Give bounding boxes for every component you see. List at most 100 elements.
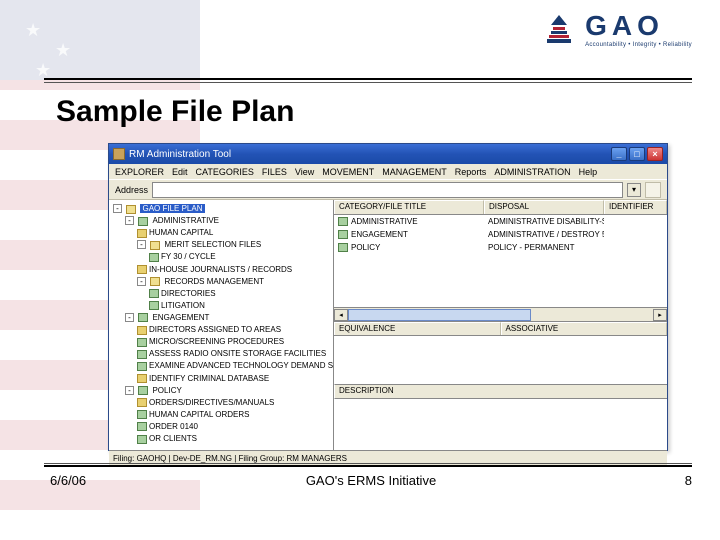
folder-open-icon <box>126 205 136 214</box>
file-icon <box>137 435 147 444</box>
status-text: Filing: GAOHQ | Dev-DE_RM.NG | Filing Gr… <box>113 454 347 463</box>
category-icon <box>138 386 148 395</box>
sub-list-body[interactable] <box>334 336 667 384</box>
tree-item[interactable]: MERIT SELECTION FILES <box>164 240 261 249</box>
column-disposal[interactable]: DISPOSAL <box>484 200 604 214</box>
category-icon <box>338 243 348 252</box>
minimize-button[interactable]: _ <box>611 147 627 161</box>
tree-root[interactable]: GAO FILE PLAN <box>140 204 204 213</box>
expand-toggle[interactable]: - <box>113 204 122 213</box>
tree-item[interactable]: ADMINISTRATIVE <box>152 216 219 225</box>
expand-toggle[interactable]: - <box>125 313 134 322</box>
category-icon <box>338 230 348 239</box>
tree-item[interactable]: MICRO/SCREENING PROCEDURES <box>149 337 284 346</box>
scroll-right-icon[interactable]: ▸ <box>653 309 667 321</box>
column-identifier[interactable]: IDENTIFIER <box>604 200 667 214</box>
cell-title: ADMINISTRATIVE <box>351 217 418 226</box>
close-button[interactable]: × <box>647 147 663 161</box>
file-icon <box>137 410 147 419</box>
folder-icon <box>137 265 147 274</box>
address-field[interactable] <box>152 182 623 198</box>
expand-toggle[interactable]: - <box>137 240 146 249</box>
tree-item[interactable]: LITIGATION <box>161 301 205 310</box>
menu-view[interactable]: View <box>295 167 314 177</box>
cell-disposal: ADMINISTRATIVE / DESTROY 5 YRS <box>484 230 604 239</box>
tree-item[interactable]: EXAMINE ADVANCED TECHNOLOGY DEMAND SYS… <box>149 361 334 370</box>
tree-item[interactable]: IDENTIFY CRIMINAL DATABASE <box>149 374 269 383</box>
tree-item[interactable]: ORDERS/DIRECTIVES/MANUALS <box>149 398 274 407</box>
list-row[interactable]: POLICY POLICY - PERMANENT <box>334 241 667 254</box>
column-associative[interactable]: ASSOCIATIVE <box>501 322 668 335</box>
footer-rule-thin <box>44 463 692 464</box>
gao-logo: GAO Accountability • Integrity • Reliabi… <box>541 10 692 48</box>
tree-item[interactable]: ASSESS RADIO ONSITE STORAGE FACILITIES <box>149 349 326 358</box>
tree-item[interactable]: POLICY <box>152 386 181 395</box>
list-header: CATEGORY/FILE TITLE DISPOSAL IDENTIFIER <box>334 200 667 215</box>
tree-item[interactable]: ENGAGEMENT <box>152 313 209 322</box>
list-row[interactable]: ENGAGEMENT ADMINISTRATIVE / DESTROY 5 YR… <box>334 228 667 241</box>
app-window: RM Administration Tool _ □ × EXPLORER Ed… <box>108 143 668 451</box>
tree-item[interactable]: OR CLIENTS <box>149 434 197 443</box>
slide-footer: 6/6/06 GAO's ERMS Initiative 8 <box>50 473 692 488</box>
tree-item[interactable]: RECORDS MANAGEMENT <box>164 277 264 286</box>
scroll-thumb[interactable] <box>348 309 531 321</box>
cell-title: POLICY <box>351 243 380 252</box>
expand-toggle[interactable]: - <box>137 277 146 286</box>
menu-explorer[interactable]: EXPLORER <box>115 167 164 177</box>
scroll-left-icon[interactable]: ◂ <box>334 309 348 321</box>
footer-date: 6/6/06 <box>50 473 86 488</box>
window-titlebar[interactable]: RM Administration Tool _ □ × <box>109 144 667 164</box>
category-icon <box>338 217 348 226</box>
tree-item[interactable]: IN-HOUSE JOURNALISTS / RECORDS <box>149 265 292 274</box>
cell-title: ENGAGEMENT <box>351 230 408 239</box>
tree-item[interactable]: ORDER 0140 <box>149 422 198 431</box>
toolbar-button[interactable] <box>645 182 661 198</box>
menu-administration[interactable]: ADMINISTRATION <box>494 167 570 177</box>
expand-toggle[interactable]: - <box>125 216 134 225</box>
footer-rule <box>44 465 692 467</box>
menu-management[interactable]: MANAGEMENT <box>382 167 447 177</box>
file-icon <box>137 422 147 431</box>
tree-item[interactable]: FY 30 / CYCLE <box>161 252 216 261</box>
description-header[interactable]: DESCRIPTION <box>334 384 667 399</box>
menu-help[interactable]: Help <box>579 167 598 177</box>
menu-movement[interactable]: MOVEMENT <box>322 167 374 177</box>
menu-reports[interactable]: Reports <box>455 167 487 177</box>
app-icon <box>113 148 125 160</box>
footer-text: GAO's ERMS Initiative <box>306 473 436 488</box>
description-body[interactable] <box>334 399 667 450</box>
horizontal-scrollbar[interactable]: ◂ ▸ <box>334 307 667 321</box>
column-equivalence[interactable]: EQUIVALENCE <box>334 322 501 335</box>
maximize-button[interactable]: □ <box>629 147 645 161</box>
folder-icon <box>137 398 147 407</box>
scroll-track[interactable] <box>348 309 653 321</box>
column-title[interactable]: CATEGORY/FILE TITLE <box>334 200 484 214</box>
address-dropdown-icon[interactable]: ▾ <box>627 183 641 197</box>
folder-open-icon <box>150 241 160 250</box>
tree-pane[interactable]: - GAO FILE PLAN - ADMINISTRATIVE HUMAN C… <box>109 200 334 450</box>
menubar: EXPLORER Edit CATEGORIES FILES View MOVE… <box>109 164 667 180</box>
list-body[interactable]: ADMINISTRATIVE ADMINISTRATIVE DISABILITY… <box>334 215 667 307</box>
file-icon <box>149 301 159 310</box>
menu-edit[interactable]: Edit <box>172 167 188 177</box>
tree-item[interactable]: DIRECTORIES <box>161 289 216 298</box>
tree-item[interactable]: HUMAN CAPITAL ORDERS <box>149 410 249 419</box>
file-icon <box>137 350 147 359</box>
header-rule <box>44 78 692 80</box>
tree-item[interactable]: DIRECTORS ASSIGNED TO AREAS <box>149 325 281 334</box>
gao-logo-tagline: Accountability • Integrity • Reliability <box>585 42 692 48</box>
category-icon <box>138 313 148 322</box>
sub-list-header: EQUIVALENCE ASSOCIATIVE <box>334 321 667 336</box>
tree-item[interactable]: HUMAN CAPITAL <box>149 228 213 237</box>
window-title: RM Administration Tool <box>129 149 231 160</box>
menu-categories[interactable]: CATEGORIES <box>196 167 254 177</box>
folder-icon <box>137 326 147 335</box>
cell-disposal: POLICY - PERMANENT <box>484 243 604 252</box>
slide-title: Sample File Plan <box>56 95 720 129</box>
folder-open-icon <box>150 277 160 286</box>
menu-files[interactable]: FILES <box>262 167 287 177</box>
expand-toggle[interactable]: - <box>125 386 134 395</box>
header-rule-thin <box>44 82 692 83</box>
toolbar: Address ▾ <box>109 180 667 200</box>
list-row[interactable]: ADMINISTRATIVE ADMINISTRATIVE DISABILITY… <box>334 215 667 228</box>
